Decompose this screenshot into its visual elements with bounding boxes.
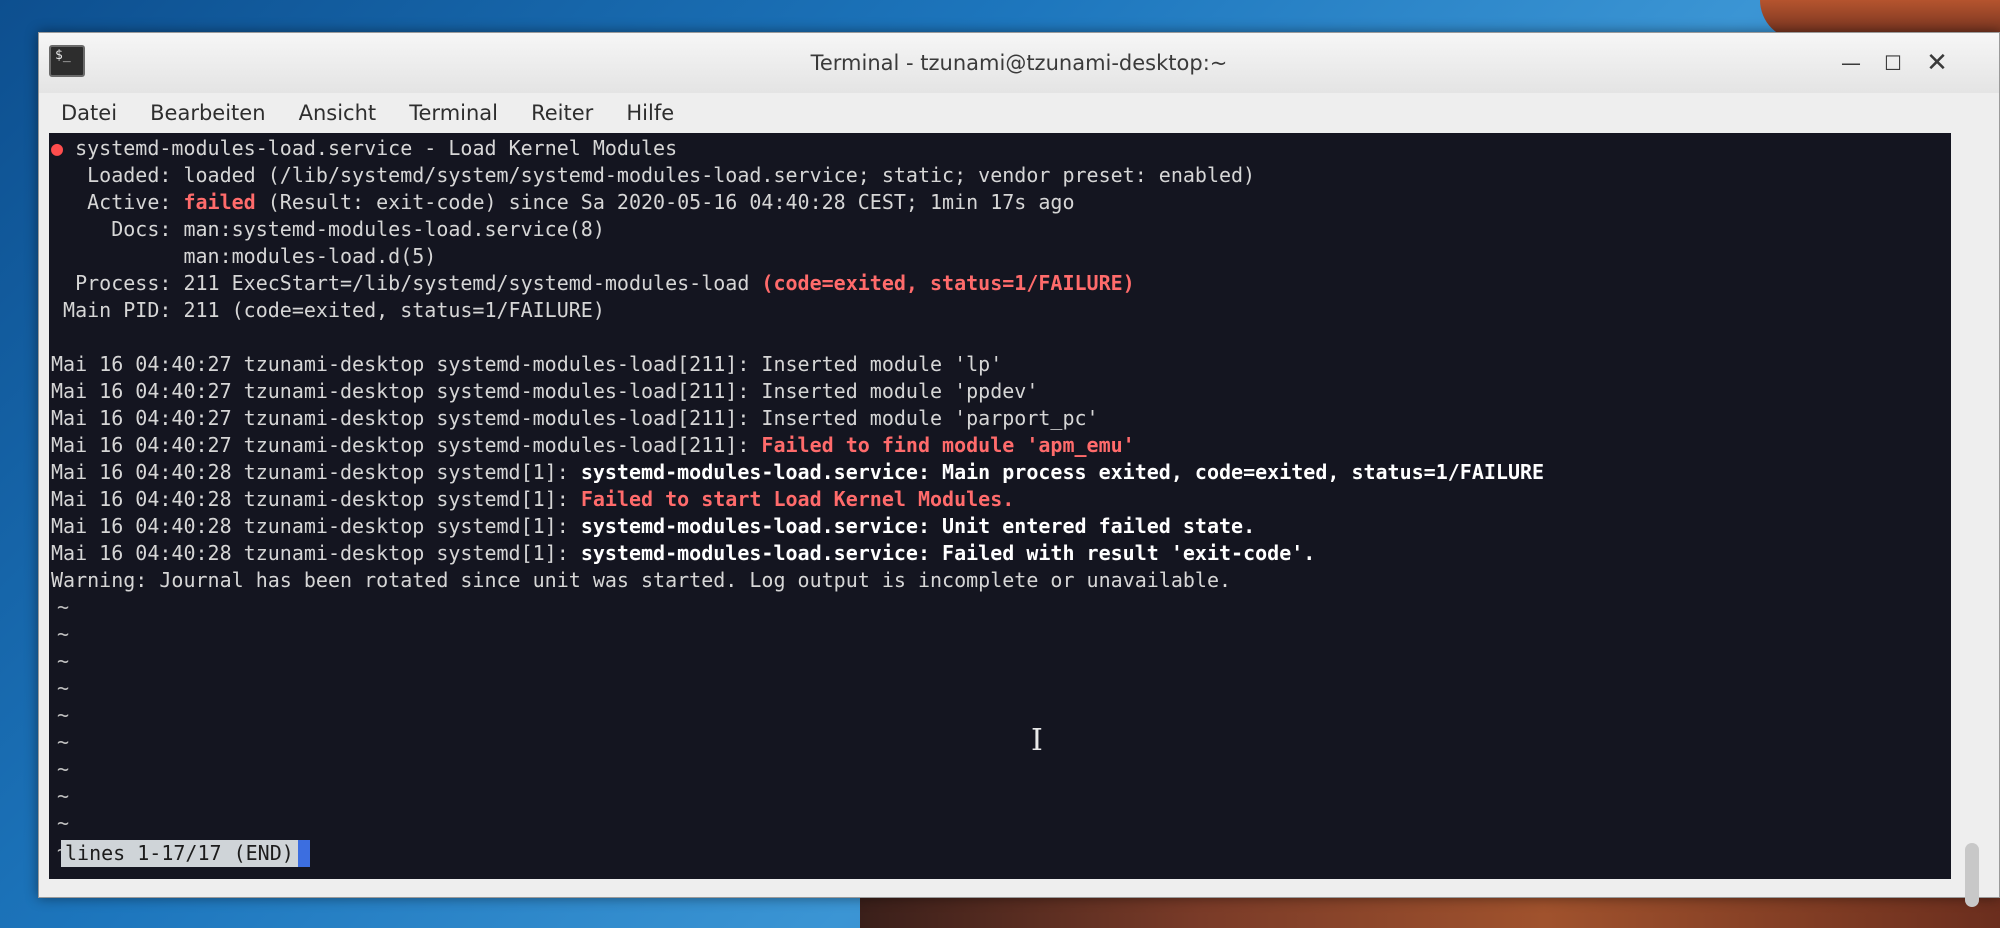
menu-bearbeiten[interactable]: Bearbeiten — [146, 93, 269, 133]
terminal-text-segment: Mai 16 04:40:27 tzunami-desktop systemd-… — [51, 352, 1003, 376]
terminal-text-segment: Mai 16 04:40:28 tzunami-desktop systemd[… — [51, 460, 581, 484]
pager-empty-line: ~ — [57, 676, 70, 700]
scrollbar-thumb[interactable] — [1965, 843, 1979, 907]
terminal-line: Mai 16 04:40:28 tzunami-desktop systemd[… — [51, 486, 1951, 513]
menu-datei[interactable]: Datei — [57, 93, 121, 133]
terminal-text-segment: Failed to find module 'apm_emu' — [761, 433, 1135, 457]
terminal-text-segment: Mai 16 04:40:28 tzunami-desktop systemd[… — [51, 514, 581, 538]
menu-bar: Datei Bearbeiten Ansicht Terminal Reiter… — [39, 93, 1999, 133]
pager-empty-line: ~ — [57, 595, 70, 619]
terminal-line: ● systemd-modules-load.service - Load Ke… — [51, 135, 1951, 162]
window-title: Terminal - tzunami@tzunami-desktop:~ — [810, 51, 1228, 75]
terminal-text-segment: (Result: exit-code) since Sa 2020-05-16 … — [255, 190, 1075, 214]
pager-status: lines 1-17/17 (END) — [61, 840, 298, 867]
terminal-line: Process: 211 ExecStart=/lib/systemd/syst… — [51, 270, 1951, 297]
terminal-line: Docs: man:systemd-modules-load.service(8… — [51, 216, 1951, 243]
close-button[interactable]: ✕ — [1919, 45, 1955, 81]
terminal-output[interactable]: ● systemd-modules-load.service - Load Ke… — [49, 133, 1951, 879]
menu-hilfe[interactable]: Hilfe — [622, 93, 678, 133]
text-cursor — [298, 840, 310, 867]
ibeam-cursor-icon: I — [1031, 723, 1043, 758]
terminal-line: Mai 16 04:40:28 tzunami-desktop systemd[… — [51, 513, 1951, 540]
terminal-line: Mai 16 04:40:28 tzunami-desktop systemd[… — [51, 459, 1951, 486]
menu-reiter[interactable]: Reiter — [527, 93, 597, 133]
terminal-line: Mai 16 04:40:27 tzunami-desktop systemd-… — [51, 432, 1951, 459]
terminal-line: Mai 16 04:40:27 tzunami-desktop systemd-… — [51, 351, 1951, 378]
terminal-text-segment: Loaded: loaded (/lib/systemd/system/syst… — [51, 163, 1256, 187]
maximize-button[interactable]: ☐ — [1875, 45, 1911, 81]
terminal-text-segment: systemd-modules-load.service: Failed wit… — [580, 541, 1316, 565]
terminal-text-segment: Main PID: 211 (code=exited, status=1/FAI… — [51, 298, 605, 322]
terminal-line: Mai 16 04:40:27 tzunami-desktop systemd-… — [51, 378, 1951, 405]
terminal-text-segment: Mai 16 04:40:27 tzunami-desktop systemd-… — [51, 406, 1099, 430]
terminal-text-segment: Mai 16 04:40:27 tzunami-desktop systemd-… — [51, 433, 762, 457]
terminal-line: Loaded: loaded (/lib/systemd/system/syst… — [51, 162, 1951, 189]
terminal-text-segment: Failed to start Load Kernel Modules. — [580, 487, 1015, 511]
status-dot-icon: ● — [51, 136, 64, 160]
scrollbar[interactable] — [1957, 133, 1987, 907]
terminal-window: $_ Terminal - tzunami@tzunami-desktop:~ … — [38, 32, 2000, 907]
terminal-text-segment: (code=exited, status=1/FAILURE) — [761, 271, 1135, 295]
terminal-text-segment: Mai 16 04:40:28 tzunami-desktop systemd[… — [51, 541, 581, 565]
minimize-button[interactable]: — — [1833, 45, 1869, 81]
terminal-text-segment: Mai 16 04:40:27 tzunami-desktop systemd-… — [51, 379, 1039, 403]
terminal-text-segment: Docs: man:systemd-modules-load.service(8… — [51, 217, 605, 241]
terminal-line: man:modules-load.d(5) — [51, 243, 1951, 270]
terminal-text-segment: systemd-modules-load.service: Unit enter… — [580, 514, 1256, 538]
pager-empty-line: ~ — [57, 811, 70, 835]
pager-empty-line: ~ — [57, 757, 70, 781]
terminal-text-segment: Process: 211 ExecStart=/lib/systemd/syst… — [51, 271, 762, 295]
terminal-text-segment: failed — [183, 190, 256, 214]
terminal-text-segment: man:modules-load.d(5) — [51, 244, 437, 268]
pager-empty-line: ~ — [57, 649, 70, 673]
pager-empty-line: ~ — [57, 730, 70, 754]
terminal-text-segment: systemd-modules-load.service: Main proce… — [580, 460, 1545, 484]
terminal-line: Mai 16 04:40:27 tzunami-desktop systemd-… — [51, 405, 1951, 432]
terminal-text-segment: Warning: Journal has been rotated since … — [51, 568, 1232, 592]
pager-empty-line: ~ — [57, 784, 70, 808]
terminal-text-segment: Mai 16 04:40:28 tzunami-desktop systemd[… — [51, 487, 581, 511]
terminal-line: Warning: Journal has been rotated since … — [51, 567, 1951, 594]
terminal-text-segment: Active: — [51, 190, 184, 214]
pager-empty-line: ~ — [57, 622, 70, 646]
pager-empty-line: ~ — [51, 837, 1951, 864]
pager-empty-line: ~ — [57, 703, 70, 727]
terminal-lines: ● systemd-modules-load.service - Load Ke… — [51, 135, 1951, 864]
terminal-text-segment: systemd-modules-load.service - Load Kern… — [63, 136, 678, 160]
terminal-line: Active: failed (Result: exit-code) since… — [51, 189, 1951, 216]
terminal-line: Mai 16 04:40:28 tzunami-desktop systemd[… — [51, 540, 1951, 567]
title-bar[interactable]: $_ Terminal - tzunami@tzunami-desktop:~ … — [39, 33, 1999, 93]
menu-terminal[interactable]: Terminal — [405, 93, 502, 133]
terminal-line: Main PID: 211 (code=exited, status=1/FAI… — [51, 297, 1951, 324]
menu-ansicht[interactable]: Ansicht — [295, 93, 381, 133]
